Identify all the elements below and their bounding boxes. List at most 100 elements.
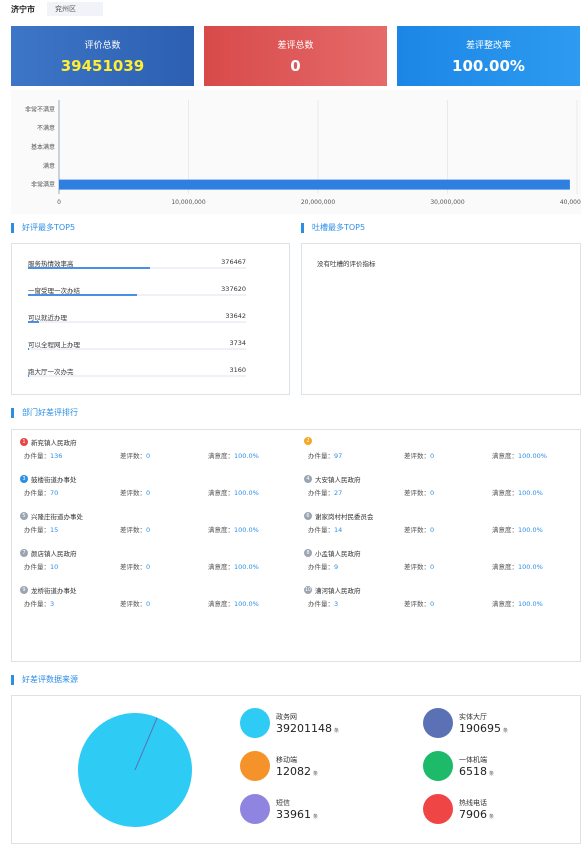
dept-item: 3 鼓楼街道办事处 办件量：70 差评数：0 满意度：100.0% xyxy=(20,474,290,504)
city-label[interactable]: 济宁市 xyxy=(11,4,35,15)
satisfaction-bar-chart: 0 10,000,000 20,000,000 30,000,000 40,000,00… xyxy=(11,90,586,214)
metric-label: 差评数： xyxy=(404,600,430,608)
metric-label: 办件量： xyxy=(24,452,50,460)
bad-top5-panel: 没有吐槽的评价指标 xyxy=(301,243,581,395)
source-value: 7906 xyxy=(459,807,487,821)
x-tick-label: 30,000,000 xyxy=(430,199,465,206)
source-dot-icon xyxy=(423,794,453,824)
source-value: 6518 xyxy=(459,764,487,778)
dept-name: 鼓楼街道办事处 xyxy=(31,476,77,484)
source-label: 热线电话 xyxy=(459,798,487,807)
dept-item: 10 漕河镇人民政府 办件量：3 差评数：0 满意度：100.0% xyxy=(304,585,574,615)
metric-label: 办件量： xyxy=(308,563,334,571)
metric-label: 办件量： xyxy=(24,600,50,608)
location-bar: 济宁市 兖州区 xyxy=(0,0,586,18)
x-tick-label: 20,000,000 xyxy=(301,199,336,206)
metric-label: 满意度： xyxy=(208,600,234,608)
dept-name-row: 9 龙桥街道办事处 xyxy=(20,585,77,595)
source-pie-chart xyxy=(78,713,192,827)
metric-label: 差评数： xyxy=(404,489,430,497)
list-item: 可以全程网上办理 3734 xyxy=(28,339,246,350)
x-tick-label: 40,000,000 xyxy=(560,199,581,206)
dept-metric-handled: 办件量：70 xyxy=(24,487,58,497)
dept-metric-handled: 办件量：3 xyxy=(24,598,54,608)
metric-value: 100.0% xyxy=(234,489,259,497)
metric-value: 9 xyxy=(334,563,339,571)
metric-label: 满意度： xyxy=(208,526,234,534)
y-tick-label: 基本满意 xyxy=(31,143,55,151)
dept-metric-satisfaction: 满意度：100.0% xyxy=(208,598,259,608)
dept-metric-satisfaction: 满意度：100.0% xyxy=(208,487,259,497)
y-tick-label: 非常满意 xyxy=(31,181,55,189)
metric-label: 办件量： xyxy=(24,489,50,497)
item-value: 3160 xyxy=(229,366,246,374)
metric-label: 办件量： xyxy=(308,600,334,608)
dept-metric-satisfaction: 满意度：100.0% xyxy=(208,524,259,534)
dept-metric-bad: 差评数：0 xyxy=(120,487,150,497)
dept-metric-satisfaction: 满意度：100.0% xyxy=(208,450,259,460)
source-unit: 条 xyxy=(334,727,340,734)
metric-value: 15 xyxy=(50,526,59,534)
x-tick-label: 10,000,000 xyxy=(171,199,206,206)
metric-value: 100.0% xyxy=(234,452,259,460)
source-value: 39201148 xyxy=(276,721,332,735)
dept-metric-satisfaction: 满意度：100.0% xyxy=(492,561,543,571)
good-top5-title: 好评最多TOP5 xyxy=(11,223,75,233)
source-item-kiosk: 一体机端 6518 条 xyxy=(423,751,494,781)
list-item: 可以就近办理 33642 xyxy=(28,312,246,323)
dept-metric-handled: 办件量：15 xyxy=(24,524,58,534)
summary-cards: 评价总数 39451039 差评总数 0 差评整改率 100.00% xyxy=(11,26,581,86)
metric-label: 办件量： xyxy=(24,526,50,534)
chart-svg: 0 10,000,000 20,000,000 30,000,000 40,000,00… xyxy=(25,100,586,206)
metric-value: 3 xyxy=(334,600,339,608)
metric-value: 100.00% xyxy=(518,452,547,460)
metric-value: 0 xyxy=(146,452,151,460)
rank-badge: 7 xyxy=(20,549,28,557)
metric-value: 0 xyxy=(146,600,151,608)
dept-name-row: 8 小孟镇人民政府 xyxy=(304,548,361,558)
dept-name: 龙桥街道办事处 xyxy=(31,587,77,595)
progress-track xyxy=(28,348,246,350)
dept-name-row: 5 兴隆庄街道办事处 xyxy=(20,511,83,521)
metric-value: 10 xyxy=(50,563,59,571)
source-item-sms: 短信 33961 条 xyxy=(240,794,318,824)
metric-label: 差评数： xyxy=(120,600,146,608)
card-value: 100.00% xyxy=(452,57,525,75)
source-dot-icon xyxy=(423,708,453,738)
dept-metric-handled: 办件量：136 xyxy=(24,450,62,460)
good-top5-panel: 服务热情效率高 376467 一窗受理一次办结 337620 可以就近办理 33… xyxy=(11,243,290,395)
progress-fill xyxy=(28,294,137,296)
metric-label: 差评数： xyxy=(404,452,430,460)
source-label: 移动端 xyxy=(276,755,297,764)
metric-label: 办件量： xyxy=(308,489,334,497)
dept-metric-bad: 差评数：0 xyxy=(404,598,434,608)
source-unit: 条 xyxy=(313,770,319,777)
source-unit: 条 xyxy=(503,727,509,734)
rank-badge: 9 xyxy=(20,586,28,594)
dept-item: 8 小孟镇人民政府办件量：9 差评数：0 满意度：100.0% xyxy=(304,548,574,578)
dept-item: 6 谢家岗村村民委员会 办件量：14 差评数：0 满意度：100.0% xyxy=(304,511,574,541)
dept-metric-bad: 差评数：0 xyxy=(404,487,434,497)
empty-message: 没有吐槽的评价指标 xyxy=(317,260,376,268)
metric-label: 差评数： xyxy=(120,489,146,497)
metric-label: 满意度： xyxy=(492,563,518,571)
dept-metric-bad: 差评数：0 xyxy=(404,561,434,571)
district-selector[interactable]: 兖州区 xyxy=(47,2,103,16)
y-tick-label: 非常不满意 xyxy=(25,105,55,113)
metric-label: 差评数： xyxy=(404,526,430,534)
y-tick-label: 不满意 xyxy=(37,124,55,132)
progress-track xyxy=(28,375,246,377)
source-item-hotline: 热线电话 7906 条 xyxy=(423,794,494,824)
progress-track xyxy=(28,267,246,269)
rank-badge: 4 xyxy=(304,475,312,483)
source-unit: 条 xyxy=(313,813,319,820)
source-unit: 条 xyxy=(489,770,495,777)
dept-metric-satisfaction: 满意度：100.0% xyxy=(492,598,543,608)
dept-item: 7 颜店镇人民政府 办件量：10 差评数：0 满意度：100.0% xyxy=(20,548,290,578)
metric-label: 满意度： xyxy=(492,452,518,460)
dept-metric-bad: 差评数：0 xyxy=(404,450,434,460)
item-value: 33642 xyxy=(225,312,246,320)
dept-metric-handled: 办件量：3 xyxy=(308,598,338,608)
sources-title: 好差评数据来源 xyxy=(11,675,78,685)
dept-name-row: 2 xyxy=(304,437,315,445)
